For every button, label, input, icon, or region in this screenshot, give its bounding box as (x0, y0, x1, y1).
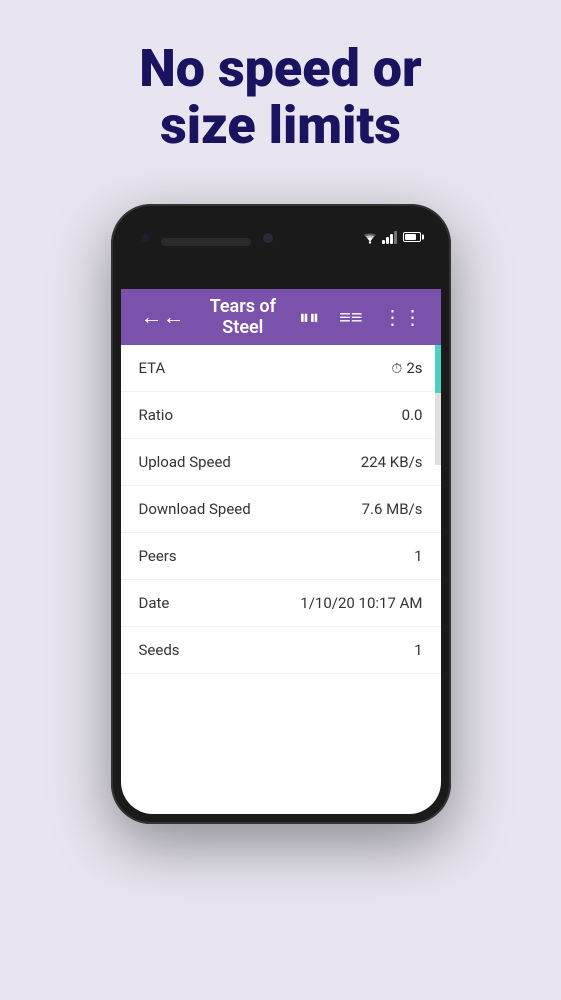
value-eta: 2s (391, 359, 422, 377)
value-download-speed: 7.6 MB/s (362, 500, 423, 518)
wifi-icon (362, 231, 378, 244)
label-seeds: Seeds (139, 641, 180, 659)
progress-bar-fill (435, 345, 441, 393)
toolbar-actions: ⏸ ≡ ⋮ (293, 299, 428, 336)
table-row-seeds: Seeds 1 (121, 627, 441, 674)
progress-bar-container (435, 345, 441, 465)
info-list: ETA 2s Ratio 0.0 Upload Speed 224 KB/s (121, 345, 441, 674)
phone-outer: ← Tears of Steel ⏸ ≡ ⋮ ETA (111, 204, 451, 824)
toolbar-title: Tears of Steel (201, 296, 286, 338)
value-ratio: 0.0 (402, 406, 423, 424)
phone-inner: ← Tears of Steel ⏸ ≡ ⋮ ETA (121, 214, 441, 814)
value-seeds: 1 (414, 641, 422, 659)
label-date: Date (139, 594, 170, 612)
table-row-date: Date 1/10/20 10:17 AM (121, 580, 441, 627)
headline-line1: No speed or (139, 38, 421, 99)
speaker-bar (161, 238, 251, 246)
back-button[interactable]: ← (133, 296, 193, 338)
signal-bars (382, 230, 397, 244)
list-button[interactable]: ≡ (333, 299, 368, 336)
app-toolbar: ← Tears of Steel ⏸ ≡ ⋮ (121, 289, 441, 345)
value-peers: 1 (414, 547, 422, 565)
label-eta: ETA (139, 359, 166, 377)
label-download-speed: Download Speed (139, 500, 251, 518)
front-camera (141, 234, 149, 242)
value-upload-speed: 224 KB/s (361, 453, 423, 471)
table-row-eta: ETA 2s (121, 345, 441, 392)
label-ratio: Ratio (139, 406, 174, 424)
pause-button[interactable]: ⏸ (293, 299, 325, 335)
more-button[interactable]: ⋮ (377, 299, 429, 335)
camera-area (141, 230, 273, 246)
table-row-peers: Peers 1 (121, 533, 441, 580)
battery-icon (403, 232, 421, 242)
table-row-download-speed: Download Speed 7.6 MB/s (121, 486, 441, 533)
table-row-upload-speed: Upload Speed 224 KB/s (121, 439, 441, 486)
status-icons (362, 230, 421, 244)
label-peers: Peers (139, 547, 177, 565)
screen: ← Tears of Steel ⏸ ≡ ⋮ ETA (121, 289, 441, 814)
phone-container: ← Tears of Steel ⏸ ≡ ⋮ ETA (111, 204, 451, 824)
headline-line2: size limits (160, 95, 401, 156)
value-date: 1/10/20 10:17 AM (300, 594, 422, 612)
table-row-ratio: Ratio 0.0 (121, 392, 441, 439)
label-upload-speed: Upload Speed (139, 453, 231, 471)
clock-icon (391, 359, 402, 377)
camera-dot2 (263, 233, 273, 243)
phone-top-bar (121, 214, 441, 289)
headline: No speed or size limits (99, 40, 461, 154)
